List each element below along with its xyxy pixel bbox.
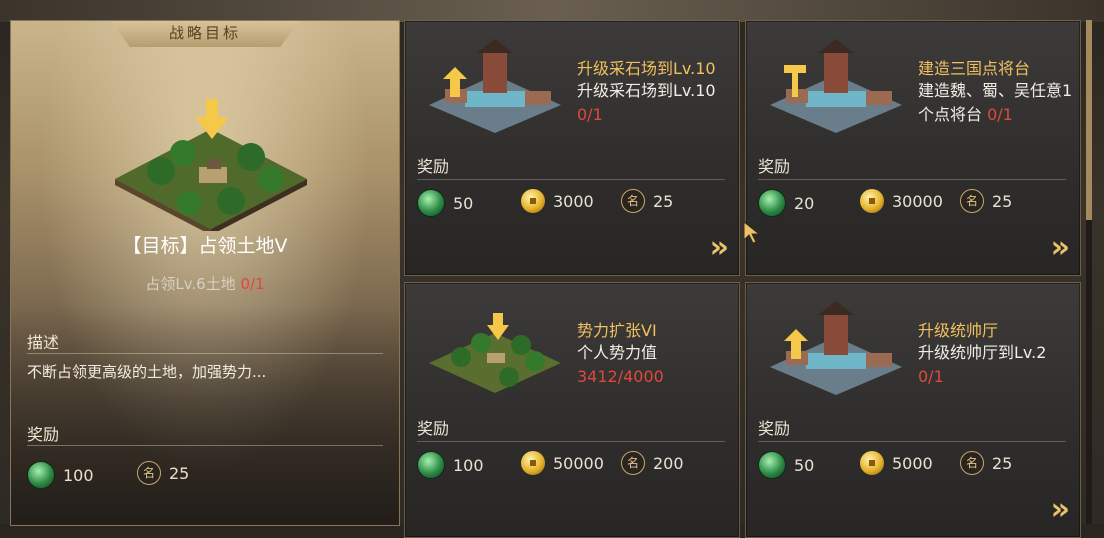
go-arrow-icon[interactable]: » — [710, 230, 730, 265]
task-card[interactable]: 建造三国点将台 建造魏、蜀、吴任意1个点将台 0/1 奖励 20 30000 名… — [745, 20, 1081, 276]
divider — [758, 441, 1066, 442]
reward-value: 25 — [992, 191, 1013, 211]
strategy-goal-panel: 战略目标 【目标】占领土地V 占领Lv.6土地 0/1 描述 不断占领更高级的土… — [10, 20, 400, 526]
coin-icon — [521, 189, 545, 213]
task-title: 升级采石场到Lv.10 — [577, 59, 716, 78]
goal-condition-text: 占领Lv.6土地 — [145, 275, 236, 293]
go-arrow-icon[interactable]: » — [1051, 492, 1071, 527]
task-desc-text: 升级采石场到Lv.10 — [577, 81, 716, 100]
coin-icon — [521, 451, 545, 475]
divider — [417, 179, 725, 180]
task-desc: 升级统帅厅到Lv.2 0/1 — [918, 341, 1078, 389]
reward-value: 3000 — [553, 191, 594, 211]
reward-fame: 名 25 — [137, 461, 189, 485]
up-arrow-icon — [443, 67, 467, 97]
reward-label: 奖励 — [27, 425, 60, 444]
task-title: 势力扩张VI — [577, 321, 657, 340]
divider — [27, 353, 383, 354]
fame-icon: 名 — [621, 189, 645, 213]
reward-value: 50 — [453, 193, 474, 213]
down-arrow-icon — [195, 99, 229, 139]
task-desc: 个人势力值 3412/4000 — [577, 341, 737, 389]
reward-jade: 100 — [417, 451, 484, 479]
panel-tab-title: 战略目标 — [111, 21, 299, 47]
reward-label: 奖励 — [417, 419, 450, 438]
reward-value: 5000 — [892, 453, 933, 473]
desc-label: 描述 — [27, 333, 60, 352]
reward-fame: 名 200 — [621, 451, 684, 475]
reward-coin: 50000 — [521, 451, 604, 475]
divider — [417, 441, 725, 442]
goal-progress: 0/1 — [240, 275, 265, 293]
reward-value: 25 — [169, 463, 190, 483]
task-title: 升级统帅厅 — [918, 321, 999, 340]
jade-icon — [27, 461, 55, 489]
reward-jade: 100 — [27, 461, 94, 489]
reward-value: 25 — [653, 191, 674, 211]
reward-value: 200 — [653, 453, 684, 473]
reward-coin: 3000 — [521, 189, 594, 213]
scrollbar-thumb[interactable] — [1086, 20, 1092, 220]
task-progress: 0/1 — [577, 105, 603, 124]
divider — [27, 445, 383, 446]
desc-text: 不断占领更高级的土地，加强势力... — [27, 363, 267, 381]
reward-value: 20 — [794, 193, 815, 213]
task-desc-text: 升级统帅厅到Lv.2 — [918, 343, 1047, 362]
reward-value: 100 — [453, 455, 484, 475]
task-progress: 0/1 — [987, 105, 1013, 124]
reward-label: 奖励 — [417, 157, 450, 176]
reward-coin: 5000 — [860, 451, 933, 475]
scrollbar[interactable] — [1086, 20, 1092, 524]
task-progress: 3412/4000 — [577, 367, 664, 386]
goal-condition: 占领Lv.6土地 0/1 — [11, 273, 399, 294]
down-arrow-icon — [487, 313, 509, 340]
reward-value: 25 — [992, 453, 1013, 473]
reward-jade: 50 — [417, 189, 473, 217]
mountain-backdrop — [11, 305, 399, 525]
task-title: 建造三国点将台 — [918, 59, 1031, 78]
reward-jade: 50 — [758, 451, 814, 479]
coin-icon — [860, 189, 884, 213]
cursor-icon — [744, 222, 760, 244]
up-arrow-icon — [784, 329, 808, 359]
hammer-icon — [784, 65, 806, 97]
reward-label: 奖励 — [758, 157, 791, 176]
goal-title: 【目标】占领土地V — [122, 235, 288, 257]
jade-icon — [758, 451, 786, 479]
reward-fame: 名 25 — [960, 189, 1012, 213]
coin-icon — [860, 451, 884, 475]
fame-icon: 名 — [137, 461, 161, 485]
task-desc: 建造魏、蜀、吴任意1个点将台 0/1 — [918, 79, 1078, 127]
reward-jade: 20 — [758, 189, 814, 217]
reward-fame: 名 25 — [621, 189, 673, 213]
reward-label: 奖励 — [758, 419, 791, 438]
top-border — [0, 0, 1104, 22]
task-card[interactable]: 升级统帅厅 升级统帅厅到Lv.2 0/1 奖励 50 5000 名 25 » — [745, 282, 1081, 538]
territory-image — [429, 333, 561, 393]
jade-icon — [417, 189, 445, 217]
task-desc-text: 个人势力值 — [577, 343, 658, 362]
reward-fame: 名 25 — [960, 451, 1012, 475]
reward-value: 30000 — [892, 191, 943, 211]
divider — [758, 179, 1066, 180]
fame-icon: 名 — [960, 451, 984, 475]
task-desc: 升级采石场到Lv.10 0/1 — [577, 79, 737, 127]
reward-value: 100 — [63, 465, 94, 485]
task-card[interactable]: 势力扩张VI 个人势力值 3412/4000 奖励 100 50000 名 200 — [404, 282, 740, 538]
reward-value: 50000 — [553, 453, 604, 473]
jade-icon — [417, 451, 445, 479]
task-progress: 0/1 — [918, 367, 944, 386]
go-arrow-icon[interactable]: » — [1051, 230, 1071, 265]
fame-icon: 名 — [960, 189, 984, 213]
reward-coin: 30000 — [860, 189, 943, 213]
jade-icon — [758, 189, 786, 217]
reward-value: 50 — [794, 455, 815, 475]
task-card[interactable]: 升级采石场到Lv.10 升级采石场到Lv.10 0/1 奖励 50 3000 名… — [404, 20, 740, 276]
fame-icon: 名 — [621, 451, 645, 475]
